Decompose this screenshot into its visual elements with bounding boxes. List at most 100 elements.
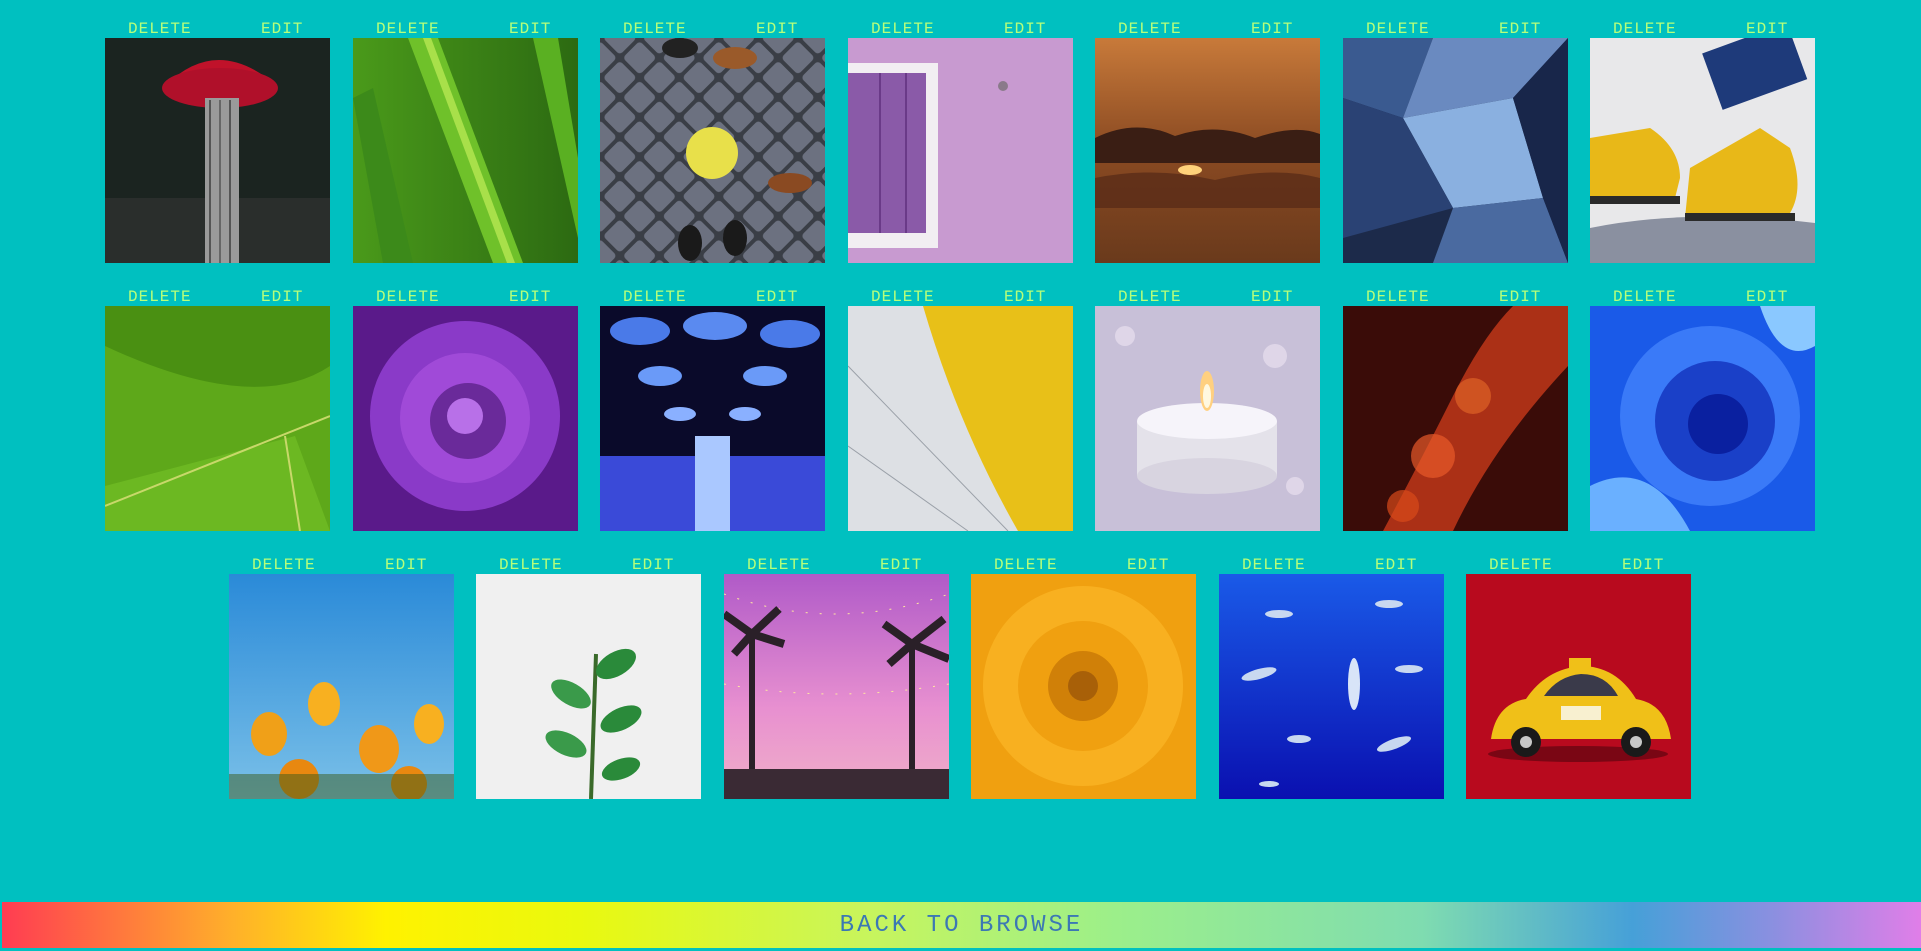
photo-actions: DELETE EDIT (724, 552, 949, 574)
delete-button[interactable]: DELETE (623, 288, 687, 306)
photo-card: DELETE EDIT (1219, 552, 1444, 802)
cobblestone-image (600, 38, 825, 263)
photo-thumbnail[interactable] (1343, 306, 1568, 531)
photo-actions: DELETE EDIT (600, 16, 825, 38)
photo-thumbnail[interactable] (1095, 38, 1320, 263)
photo-thumbnail[interactable] (1343, 38, 1568, 263)
delete-button[interactable]: DELETE (623, 20, 687, 38)
gallery-row: DELETE EDIT DELETE EDIT DELETE EDIT DELE… (0, 284, 1921, 544)
red-bokeh-image (1343, 306, 1568, 531)
photo-card: DELETE EDIT (848, 16, 1073, 266)
delete-button[interactable]: DELETE (376, 288, 440, 306)
photo-card: DELETE EDIT (1590, 284, 1815, 534)
edit-button[interactable]: EDIT (1746, 20, 1788, 38)
photo-thumbnail[interactable] (476, 574, 701, 799)
photo-actions: DELETE EDIT (1343, 16, 1568, 38)
photo-thumbnail[interactable] (1590, 38, 1815, 263)
photo-card: DELETE EDIT (724, 552, 949, 802)
blue-umbrellas-image (600, 306, 825, 531)
delete-button[interactable]: DELETE (871, 20, 935, 38)
photo-card: DELETE EDIT (1095, 284, 1320, 534)
delete-button[interactable]: DELETE (1613, 20, 1677, 38)
edit-button[interactable]: EDIT (1251, 20, 1293, 38)
edit-button[interactable]: EDIT (1004, 20, 1046, 38)
delete-button[interactable]: DELETE (128, 288, 192, 306)
photo-card: DELETE EDIT (1095, 16, 1320, 266)
delete-button[interactable]: DELETE (1118, 20, 1182, 38)
edit-button[interactable]: EDIT (1746, 288, 1788, 306)
photo-card: DELETE EDIT (600, 16, 825, 266)
photo-thumbnail[interactable] (600, 38, 825, 263)
blue-swirl-image (1590, 306, 1815, 531)
photo-actions: DELETE EDIT (1095, 284, 1320, 306)
edit-button[interactable]: EDIT (1622, 556, 1664, 574)
edit-button[interactable]: EDIT (1127, 556, 1169, 574)
edit-button[interactable]: EDIT (632, 556, 674, 574)
photo-card: DELETE EDIT (600, 284, 825, 534)
edit-button[interactable]: EDIT (261, 20, 303, 38)
back-bar[interactable]: BACK TO BROWSE (2, 902, 1921, 948)
photo-actions: DELETE EDIT (1343, 284, 1568, 306)
edit-button[interactable]: EDIT (756, 20, 798, 38)
photo-thumbnail[interactable] (1590, 306, 1815, 531)
photo-thumbnail[interactable] (1219, 574, 1444, 799)
photo-card: DELETE EDIT (1343, 16, 1568, 266)
edit-button[interactable]: EDIT (756, 288, 798, 306)
delete-button[interactable]: DELETE (1118, 288, 1182, 306)
photo-thumbnail[interactable] (353, 38, 578, 263)
photo-thumbnail[interactable] (1466, 574, 1691, 799)
photo-actions: DELETE EDIT (1095, 16, 1320, 38)
delete-button[interactable]: DELETE (1242, 556, 1306, 574)
edit-button[interactable]: EDIT (1004, 288, 1046, 306)
photo-card: DELETE EDIT (1466, 552, 1691, 802)
photo-card: DELETE EDIT (1590, 16, 1815, 266)
photo-thumbnail[interactable] (229, 574, 454, 799)
delete-button[interactable]: DELETE (1613, 288, 1677, 306)
edit-button[interactable]: EDIT (509, 288, 551, 306)
delete-button[interactable]: DELETE (1366, 288, 1430, 306)
photo-card: DELETE EDIT (105, 284, 330, 534)
photo-thumbnail[interactable] (600, 306, 825, 531)
photo-card: DELETE EDIT (848, 284, 1073, 534)
photo-actions: DELETE EDIT (848, 16, 1073, 38)
edit-button[interactable]: EDIT (1251, 288, 1293, 306)
delete-button[interactable]: DELETE (747, 556, 811, 574)
photo-thumbnail[interactable] (105, 38, 330, 263)
lavender-wall-image (848, 38, 1073, 263)
delete-button[interactable]: DELETE (871, 288, 935, 306)
edit-button[interactable]: EDIT (261, 288, 303, 306)
delete-button[interactable]: DELETE (376, 20, 440, 38)
photo-thumbnail[interactable] (724, 574, 949, 799)
delete-button[interactable]: DELETE (994, 556, 1058, 574)
photo-card: DELETE EDIT (229, 552, 454, 802)
green-grass-image (353, 38, 578, 263)
photo-thumbnail[interactable] (105, 306, 330, 531)
photo-thumbnail[interactable] (1095, 306, 1320, 531)
photo-actions: DELETE EDIT (476, 552, 701, 574)
photo-actions: DELETE EDIT (1590, 16, 1815, 38)
photo-actions: DELETE EDIT (105, 284, 330, 306)
delete-button[interactable]: DELETE (128, 20, 192, 38)
edit-button[interactable]: EDIT (1375, 556, 1417, 574)
edit-button[interactable]: EDIT (1499, 288, 1541, 306)
edit-button[interactable]: EDIT (1499, 20, 1541, 38)
orange-flower-image (971, 574, 1196, 799)
photo-thumbnail[interactable] (971, 574, 1196, 799)
photo-gallery: DELETE EDIT DELETE EDIT DELETE EDIT DELE… (0, 0, 1921, 900)
purple-peony-image (353, 306, 578, 531)
orange-poppies-image (229, 574, 454, 799)
photo-card: DELETE EDIT (353, 284, 578, 534)
delete-button[interactable]: DELETE (1366, 20, 1430, 38)
photo-thumbnail[interactable] (848, 306, 1073, 531)
photo-thumbnail[interactable] (353, 306, 578, 531)
edit-button[interactable]: EDIT (385, 556, 427, 574)
back-to-browse-button[interactable]: BACK TO BROWSE (840, 912, 1084, 939)
gallery-row: DELETE EDIT DELETE EDIT DELETE EDIT DELE… (0, 552, 1921, 812)
green-plant-image (476, 574, 701, 799)
edit-button[interactable]: EDIT (509, 20, 551, 38)
delete-button[interactable]: DELETE (252, 556, 316, 574)
delete-button[interactable]: DELETE (1489, 556, 1553, 574)
photo-thumbnail[interactable] (848, 38, 1073, 263)
edit-button[interactable]: EDIT (880, 556, 922, 574)
delete-button[interactable]: DELETE (499, 556, 563, 574)
